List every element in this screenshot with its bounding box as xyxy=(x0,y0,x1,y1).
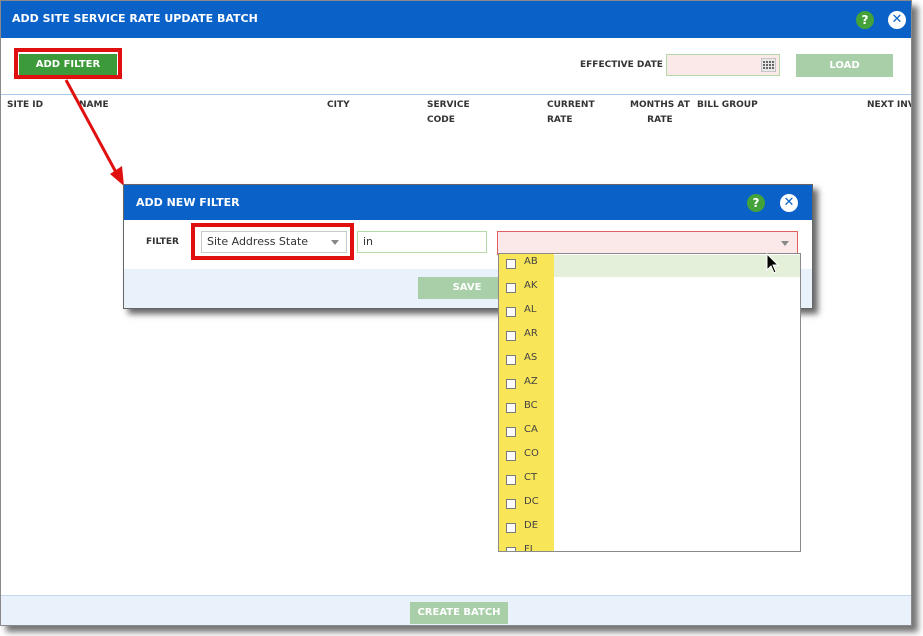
list-item[interactable]: AK xyxy=(499,277,799,301)
checkbox[interactable] xyxy=(506,355,516,365)
checkbox[interactable] xyxy=(506,547,516,551)
list-item-label: CA xyxy=(524,424,538,435)
annotation-highlight-field-select xyxy=(191,223,354,260)
create-batch-button[interactable]: CREATE BATCH xyxy=(410,602,508,624)
column-header-months-at-rate[interactable]: MONTHS AT RATE xyxy=(630,98,690,128)
chevron-down-icon xyxy=(781,241,789,246)
effective-date-input[interactable] xyxy=(666,54,780,76)
list-item[interactable]: AL xyxy=(499,301,799,325)
filter-dialog-title: ADD NEW FILTER xyxy=(136,196,240,209)
list-item[interactable]: AS xyxy=(499,349,799,373)
column-header-label: CURRENT xyxy=(547,100,595,110)
column-header-name[interactable]: NAME xyxy=(79,98,109,113)
list-item[interactable]: AB xyxy=(499,254,799,277)
column-header-bill-group[interactable]: BILL GROUP xyxy=(697,98,758,113)
checkbox[interactable] xyxy=(506,451,516,461)
filter-value-select[interactable] xyxy=(497,231,798,255)
main-footer: CREATE BATCH xyxy=(1,595,911,625)
list-item[interactable]: DC xyxy=(499,493,799,517)
main-title: ADD SITE SERVICE RATE UPDATE BATCH xyxy=(12,12,258,25)
state-dropdown-list: AB AK AL AR AS AZ BC CA CO CT DC DE FL xyxy=(498,253,801,552)
list-item-label: BC xyxy=(524,400,538,411)
effective-date-label: EFFECTIVE DATE xyxy=(580,60,663,70)
list-item[interactable]: AR xyxy=(499,325,799,349)
checkbox[interactable] xyxy=(506,379,516,389)
list-item-label: CT xyxy=(524,472,538,483)
column-header-label: NEXT INV xyxy=(867,100,912,110)
checkbox[interactable] xyxy=(506,283,516,293)
column-header-label-line2: RATE xyxy=(647,115,673,125)
calendar-icon[interactable] xyxy=(761,58,776,72)
mouse-cursor-icon xyxy=(766,253,780,274)
column-header-label: MONTHS AT xyxy=(630,100,690,110)
load-button[interactable]: LOAD xyxy=(796,54,893,77)
column-header-current-rate[interactable]: CURRENT RATE xyxy=(547,98,595,128)
column-header-label: BILL GROUP xyxy=(697,100,758,110)
checkbox[interactable] xyxy=(506,403,516,413)
column-header-label-line2: CODE xyxy=(427,115,455,125)
list-item[interactable]: FL xyxy=(499,541,799,552)
list-item[interactable]: BC xyxy=(499,397,799,421)
filter-close-icon[interactable]: ✕ xyxy=(780,194,798,212)
checkbox[interactable] xyxy=(506,427,516,437)
column-header-service-code[interactable]: SERVICE CODE xyxy=(427,98,470,128)
checkbox[interactable] xyxy=(506,475,516,485)
list-item-label: AL xyxy=(524,304,537,315)
column-header-label-line2: RATE xyxy=(547,115,573,125)
checkbox[interactable] xyxy=(506,331,516,341)
list-item-label: DE xyxy=(524,520,539,531)
list-item[interactable]: CT xyxy=(499,469,799,493)
list-item-label: AZ xyxy=(524,376,538,387)
list-item-label: AB xyxy=(524,256,538,267)
help-icon[interactable]: ? xyxy=(856,11,874,29)
column-header-label: SITE ID xyxy=(7,100,44,110)
list-item-label: AR xyxy=(524,328,538,339)
filter-operator-value: in xyxy=(363,235,374,248)
column-header-label: NAME xyxy=(79,100,109,110)
list-item[interactable]: DE xyxy=(499,517,799,541)
checkbox[interactable] xyxy=(506,499,516,509)
list-item-label: CO xyxy=(524,448,539,459)
filter-dialog-title-bar: ADD NEW FILTER ? ✕ xyxy=(124,185,812,220)
main-title-bar: ADD SITE SERVICE RATE UPDATE BATCH ? ✕ xyxy=(1,1,911,38)
annotation-highlight-add-filter xyxy=(14,48,122,79)
column-header-label: CITY xyxy=(327,100,350,110)
list-item-label: DC xyxy=(524,496,539,507)
list-item[interactable]: CA xyxy=(499,421,799,445)
column-header-site-id[interactable]: SITE ID xyxy=(7,98,43,113)
filter-help-icon[interactable]: ? xyxy=(747,194,765,212)
list-item[interactable]: AZ xyxy=(499,373,799,397)
checkbox[interactable] xyxy=(506,259,516,269)
column-header-next-inv[interactable]: NEXT INV xyxy=(867,98,912,113)
list-item[interactable]: CO xyxy=(499,445,799,469)
checkbox[interactable] xyxy=(506,307,516,317)
filter-label: FILTER xyxy=(146,237,179,247)
column-header-city[interactable]: CITY xyxy=(327,98,350,113)
filter-operator-input[interactable]: in xyxy=(357,231,487,253)
toolbar: ADD FILTER EFFECTIVE DATE LOAD xyxy=(1,38,911,95)
list-item-label: FL xyxy=(524,544,536,552)
column-header-label: SERVICE xyxy=(427,100,470,110)
close-icon[interactable]: ✕ xyxy=(888,11,906,29)
list-item-label: AS xyxy=(524,352,538,363)
list-item-label: AK xyxy=(524,280,538,291)
checkbox[interactable] xyxy=(506,523,516,533)
